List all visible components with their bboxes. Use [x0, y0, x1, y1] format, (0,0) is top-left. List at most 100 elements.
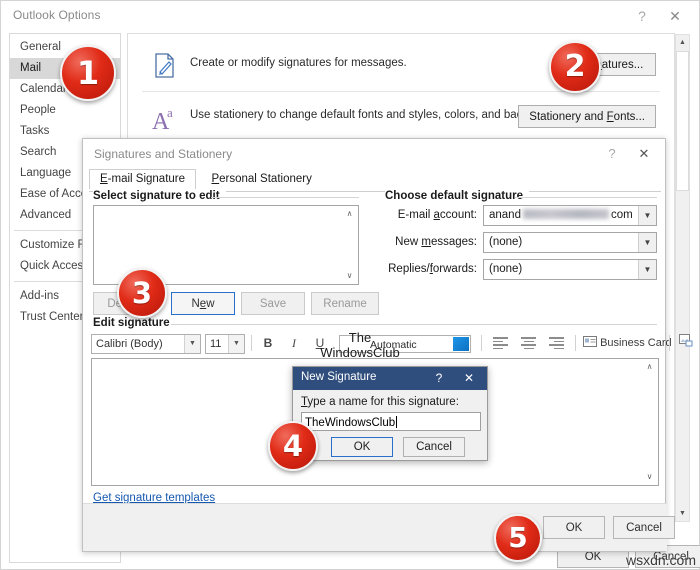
tab-personal-stationery-label: ersonal Stationery: [219, 173, 312, 185]
email-account-label-post: ccount:: [439, 209, 477, 221]
select-signature-group-label: Select signature to edit: [93, 190, 226, 202]
signatures-button-label-post: atures...: [601, 58, 644, 71]
email-account-redacted: [522, 209, 609, 219]
choose-default-group-line: [515, 197, 657, 198]
font-family-value: Calibri (Body): [96, 338, 163, 350]
sidebar-item-people[interactable]: People: [10, 100, 120, 121]
font-size-combo[interactable]: 11 ▼: [205, 334, 245, 354]
replies-forwards-combo[interactable]: (none) ▼: [483, 259, 657, 280]
font-size-chevron-down-icon[interactable]: ▼: [228, 335, 244, 353]
font-color-label: Automatic: [370, 339, 417, 351]
font-family-combo[interactable]: Calibri (Body) ▼: [91, 334, 201, 354]
new-button-post: w: [206, 297, 215, 310]
new-messages-label-pre: New: [395, 236, 422, 248]
font-color-picker[interactable]: Automatic: [339, 335, 471, 353]
new-signature-name-input[interactable]: TheWindowsClub: [301, 412, 481, 431]
toolbar-separator-2: [481, 335, 482, 351]
signature-list-scrollbar[interactable]: ∧ ∨: [342, 207, 357, 283]
outlook-options-titlebar: Outlook Options ? ✕: [1, 1, 699, 31]
signature-page-icon: [150, 51, 180, 81]
help-icon[interactable]: ?: [632, 6, 652, 26]
tab-email-signature[interactable]: E-mail Signature: [89, 169, 197, 189]
replies-forwards-chevron-down-icon[interactable]: ▼: [638, 260, 656, 279]
signatures-tablist: E-mail Signature Personal Stationery: [89, 169, 323, 191]
email-account-prefix: anand: [489, 209, 521, 221]
email-account-value: anand com: [489, 209, 633, 221]
underline-button[interactable]: U: [311, 334, 329, 352]
signatures-dialog-footer: OK Cancel: [83, 503, 675, 551]
stationery-font-icon: A a: [150, 103, 180, 135]
toolbar-separator-4: [669, 335, 670, 351]
signatures-help-icon[interactable]: ?: [603, 145, 621, 163]
edit-signature-group-label: Edit signature: [93, 317, 176, 329]
new-signature-close-icon[interactable]: ✕: [461, 370, 477, 386]
signatures-ok-button[interactable]: OK: [543, 516, 605, 539]
italic-button[interactable]: I: [285, 334, 303, 352]
select-signature-group-line: [211, 197, 359, 198]
rename-signature-button[interactable]: Rename: [311, 292, 379, 315]
email-account-label: E-mail account:: [383, 209, 477, 221]
new-signature-ok-button[interactable]: OK: [331, 437, 393, 457]
signatures-close-icon[interactable]: ✕: [635, 145, 653, 163]
align-center-icon[interactable]: [521, 337, 536, 349]
toolbar-separator-1: [251, 335, 252, 351]
font-color-swatch[interactable]: [453, 337, 469, 351]
new-messages-label: New messages:: [383, 236, 477, 248]
new-signature-name-text: TheWindowsClub: [305, 417, 396, 429]
new-signature-name-value: TheWindowsClub: [305, 416, 398, 429]
scroll-down-icon[interactable]: ▼: [676, 506, 689, 521]
list-scroll-up-icon[interactable]: ∧: [342, 207, 357, 221]
replies-label-pre: Replies/: [388, 263, 430, 275]
email-account-combo[interactable]: anand com ▼: [483, 205, 657, 226]
business-card-label: Business Card: [600, 337, 672, 349]
stationery-button-label-pre: Stationery and: [529, 110, 607, 123]
signatures-and-stationery-dialog: Signatures and Stationery ? ✕ E-mail Sig…: [82, 138, 693, 552]
tab-personal-stationery[interactable]: Personal Stationery: [200, 169, 322, 189]
stationery-and-fonts-button[interactable]: Stationery and Fonts...: [518, 105, 656, 128]
new-signature-help-icon[interactable]: ?: [431, 370, 447, 386]
email-account-suffix: com: [610, 209, 633, 221]
scroll-up-icon[interactable]: ▲: [676, 35, 689, 50]
edit-scroll-up-icon[interactable]: ∧: [642, 360, 657, 374]
save-signature-button[interactable]: Save: [241, 292, 305, 315]
new-signature-cancel-button[interactable]: Cancel: [403, 437, 465, 457]
stationery-row: A a Use stationery to change default fon…: [142, 92, 660, 144]
new-messages-chevron-down-icon[interactable]: ▼: [638, 233, 656, 252]
new-signature-prompt-rest: pe a name for this signature:: [313, 396, 459, 408]
new-messages-combo[interactable]: (none) ▼: [483, 232, 657, 253]
step-badge-3: 3: [117, 268, 167, 318]
font-family-chevron-down-icon[interactable]: ▼: [184, 335, 200, 353]
new-signature-titlebar: New Signature ? ✕: [293, 367, 487, 390]
list-scroll-down-icon[interactable]: ∨: [342, 269, 357, 283]
stationery-button-label-post: onts...: [613, 110, 645, 123]
svg-text:a: a: [167, 105, 173, 120]
new-signature-button[interactable]: New: [171, 292, 235, 315]
tab-personal-stationery-accel: P: [211, 173, 220, 185]
step-badge-2: 2: [549, 41, 601, 93]
email-account-label-pre: E-mail: [397, 209, 434, 221]
close-icon[interactable]: ✕: [665, 6, 685, 26]
new-button-pre: N: [191, 297, 200, 310]
step-badge-4: 4: [268, 421, 318, 471]
bold-button[interactable]: B: [259, 334, 277, 352]
options-scrollbar[interactable]: ▲ ▼: [675, 34, 690, 522]
new-messages-value: (none): [489, 236, 523, 248]
align-left-icon[interactable]: [493, 337, 508, 349]
align-right-icon[interactable]: [549, 337, 564, 349]
edit-scroll-down-icon[interactable]: ∨: [642, 470, 657, 484]
outlook-options-title: Outlook Options: [13, 8, 101, 22]
signatures-cancel-button[interactable]: Cancel: [613, 516, 675, 539]
font-size-value: 11: [210, 338, 222, 350]
edit-area-scrollbar[interactable]: ∧ ∨: [642, 360, 657, 484]
new-signature-prompt: Type a name for this signature:: [301, 396, 459, 408]
step-badge-1: 1: [60, 45, 116, 101]
text-cursor: [396, 416, 398, 428]
insert-picture-icon[interactable]: [677, 334, 695, 352]
email-account-chevron-down-icon[interactable]: ▼: [638, 206, 656, 225]
signatures-row-text: Create or modify signatures for messages…: [190, 57, 407, 69]
replies-forwards-label: Replies/forwards:: [377, 263, 477, 275]
tab-email-signature-label: -mail Signature: [107, 173, 186, 185]
scrollbar-thumb[interactable]: [676, 51, 689, 191]
toolbar-separator-3: [575, 335, 576, 351]
business-card-button[interactable]: Business Card: [583, 336, 672, 349]
